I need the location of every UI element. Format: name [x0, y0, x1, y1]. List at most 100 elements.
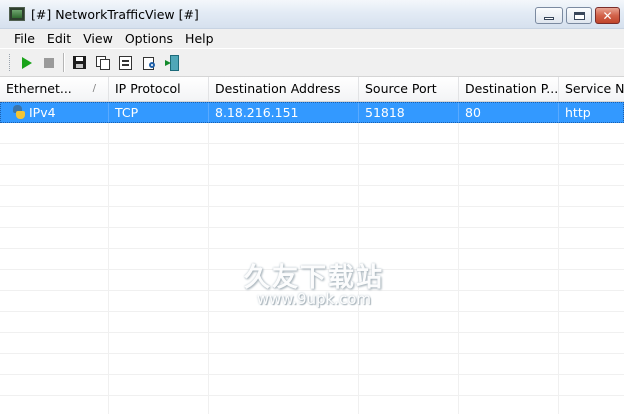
- empty-cell: [209, 228, 359, 248]
- column-header-label: Source Port: [365, 81, 437, 96]
- minimize-button[interactable]: [535, 7, 563, 24]
- empty-cell: [0, 375, 109, 395]
- empty-cell: [209, 375, 359, 395]
- toolbar-grip[interactable]: [9, 54, 12, 71]
- empty-cell: [359, 375, 459, 395]
- column-header-source-port[interactable]: Source Port: [359, 77, 459, 101]
- empty-row: [0, 165, 624, 186]
- empty-cell: [109, 333, 209, 353]
- empty-cell: [109, 291, 209, 311]
- empty-cell: [359, 249, 459, 269]
- empty-cell: [459, 144, 559, 164]
- empty-cell: [209, 396, 359, 414]
- column-header-label: Ethernet...: [6, 81, 72, 96]
- empty-cell: [359, 165, 459, 185]
- empty-row: [0, 228, 624, 249]
- find-button[interactable]: [141, 54, 158, 71]
- empty-cell: [559, 270, 624, 290]
- cell-ethernet: IPv4: [1, 103, 109, 122]
- empty-cell: [359, 207, 459, 227]
- empty-cell: [559, 123, 624, 143]
- empty-cell: [209, 312, 359, 332]
- empty-cell: [0, 207, 109, 227]
- column-header-label: Destination Address: [215, 81, 341, 96]
- empty-row: [0, 291, 624, 312]
- menu-edit[interactable]: Edit: [41, 29, 77, 48]
- empty-cell: [109, 186, 209, 206]
- cell-service-name: http: [565, 105, 591, 120]
- app-icon[interactable]: [9, 7, 25, 21]
- empty-row: [0, 186, 624, 207]
- menu-help[interactable]: Help: [179, 29, 220, 48]
- properties-button[interactable]: [117, 54, 134, 71]
- empty-cell: [459, 270, 559, 290]
- column-header-ethernet[interactable]: Ethernet... /: [0, 77, 109, 101]
- empty-cell: [109, 123, 209, 143]
- empty-row: [0, 312, 624, 333]
- column-header-label: Destination P...: [465, 81, 559, 96]
- empty-cell: [359, 354, 459, 374]
- empty-cell: [559, 333, 624, 353]
- empty-cell: [459, 354, 559, 374]
- save-selected-button[interactable]: [71, 54, 88, 71]
- traffic-list[interactable]: Ethernet... / IP Protocol Destination Ad…: [0, 76, 624, 414]
- start-capture-button[interactable]: [18, 54, 35, 71]
- empty-cell: [209, 291, 359, 311]
- empty-cell: [0, 291, 109, 311]
- title-bar[interactable]: [#] NetworkTrafficView [#] ✕: [0, 0, 624, 29]
- empty-cell: [209, 270, 359, 290]
- empty-cell: [559, 144, 624, 164]
- empty-cell: [0, 270, 109, 290]
- stop-capture-button[interactable]: [40, 54, 57, 71]
- empty-cell: [109, 312, 209, 332]
- menu-bar: File Edit View Options Help: [0, 29, 624, 48]
- empty-cell: [559, 396, 624, 414]
- empty-cell: [359, 144, 459, 164]
- empty-cell: [0, 228, 109, 248]
- empty-cell: [0, 165, 109, 185]
- exit-icon: [164, 55, 179, 71]
- column-header-destination-port[interactable]: Destination P...: [459, 77, 559, 101]
- toolbar-separator: [63, 53, 65, 72]
- empty-cell: [559, 249, 624, 269]
- properties-icon: [119, 55, 132, 70]
- exit-button[interactable]: [163, 54, 180, 71]
- window-title: [#] NetworkTrafficView [#]: [31, 7, 199, 22]
- close-icon: ✕: [602, 8, 613, 23]
- table-row[interactable]: IPv4 TCP 8.18.216.151 51818 80 http: [0, 102, 624, 123]
- column-header-destination-address[interactable]: Destination Address: [209, 77, 359, 101]
- empty-cell: [459, 312, 559, 332]
- column-header-label: IP Protocol: [115, 81, 181, 96]
- menu-view[interactable]: View: [77, 29, 119, 48]
- copy-selected-button[interactable]: [94, 54, 111, 71]
- save-icon: [73, 56, 86, 69]
- empty-cell: [359, 228, 459, 248]
- empty-cell: [109, 396, 209, 414]
- maximize-button[interactable]: [566, 7, 592, 24]
- empty-cell: [209, 123, 359, 143]
- empty-cell: [109, 354, 209, 374]
- menu-file[interactable]: File: [0, 29, 41, 48]
- empty-cell: [109, 228, 209, 248]
- list-rows: IPv4 TCP 8.18.216.151 51818 80 http: [0, 102, 624, 414]
- empty-cell: [0, 396, 109, 414]
- python-icon: [12, 105, 26, 119]
- play-icon: [21, 56, 32, 69]
- find-icon: [142, 56, 157, 70]
- sort-indicator-icon: /: [92, 83, 96, 94]
- empty-cell: [559, 312, 624, 332]
- empty-cell: [559, 354, 624, 374]
- empty-cell: [459, 207, 559, 227]
- column-header-ip-protocol[interactable]: IP Protocol: [109, 77, 209, 101]
- empty-row: [0, 207, 624, 228]
- cell-source-port: 51818: [359, 103, 459, 122]
- empty-row: [0, 123, 624, 144]
- empty-row: [0, 354, 624, 375]
- close-button[interactable]: ✕: [595, 7, 620, 24]
- empty-cell: [209, 186, 359, 206]
- list-header: Ethernet... / IP Protocol Destination Ad…: [0, 77, 624, 102]
- column-header-service-name[interactable]: Service Na: [559, 77, 624, 101]
- empty-rows: [0, 123, 624, 414]
- menu-options[interactable]: Options: [119, 29, 179, 48]
- empty-row: [0, 375, 624, 396]
